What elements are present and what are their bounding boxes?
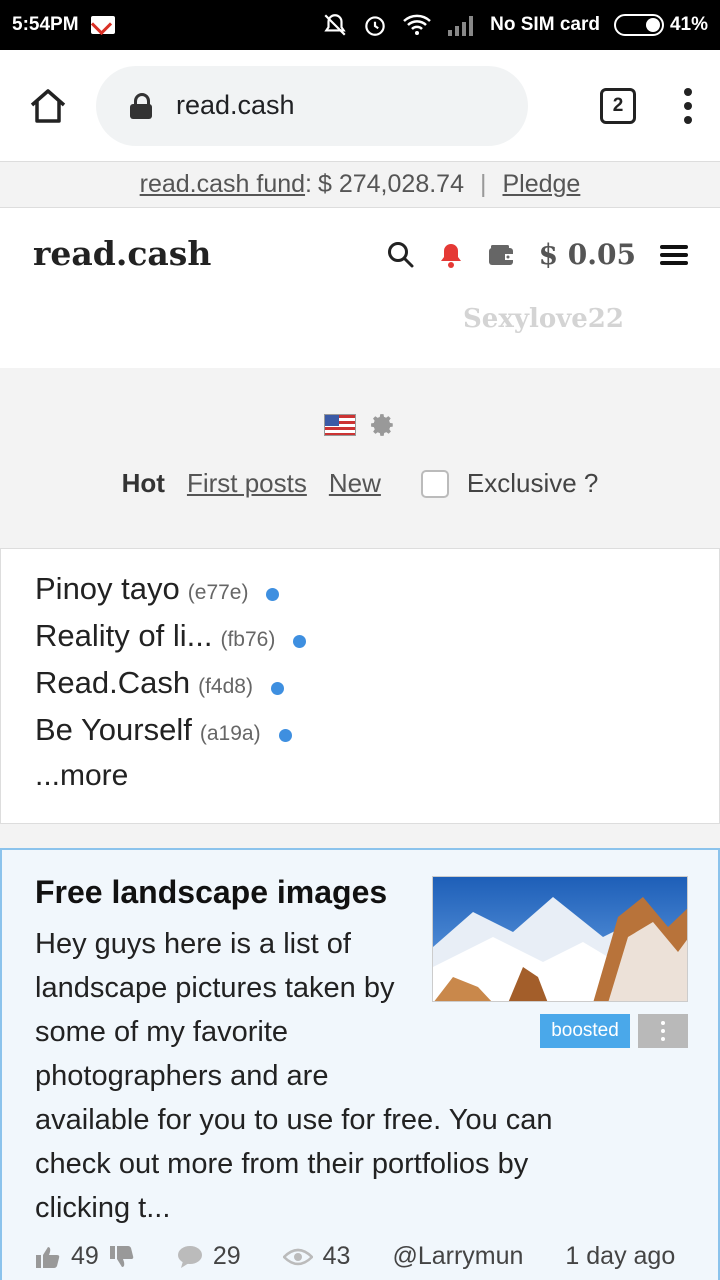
address-bar[interactable]: read.cash: [96, 65, 528, 146]
language-settings-row: [0, 412, 720, 438]
community-code: (f4d8): [198, 675, 253, 698]
more-communities-link[interactable]: ...more: [35, 759, 685, 793]
list-item[interactable]: Pinoy tayo (e77e): [35, 571, 685, 618]
tab-first-posts[interactable]: First posts: [187, 468, 307, 499]
thumbs-up-icon[interactable]: [35, 1245, 61, 1269]
community-name: Be Yourself: [35, 712, 192, 747]
alarm-icon: [365, 16, 385, 36]
username[interactable]: Sexylove22: [463, 304, 624, 334]
site-logo[interactable]: read.cash: [33, 234, 211, 273]
us-flag-icon[interactable]: [324, 414, 356, 436]
gmail-icon: [90, 16, 115, 34]
tab-hot[interactable]: Hot: [122, 468, 165, 499]
signal-icon: [448, 16, 474, 36]
feed-tabs: Hot First posts New Exclusive ?: [0, 468, 720, 499]
list-item[interactable]: Be Yourself (a19a): [35, 712, 685, 759]
new-content-dot-icon: [266, 588, 280, 601]
notification-bell-icon[interactable]: [439, 242, 463, 268]
exclusive-label[interactable]: Exclusive ?: [467, 468, 599, 499]
fund-amount: $ 274,028.74: [318, 170, 464, 198]
search-icon[interactable]: [387, 241, 415, 269]
fund-separator: |: [479, 170, 487, 198]
article-card[interactable]: Free landscape images boosted Hey guys h…: [0, 848, 720, 1280]
site-header: read.cash $ 0.05 Sexylove22: [0, 208, 720, 368]
new-content-dot-icon: [270, 682, 284, 695]
header-actions: $ 0.05: [387, 238, 688, 271]
article-title[interactable]: Free landscape images: [35, 874, 387, 911]
menu-dot-icon: [684, 87, 692, 96]
tab-count: 2: [612, 94, 624, 116]
fund-link[interactable]: read.cash fund: [140, 170, 305, 198]
article-excerpt[interactable]: Hey guys here is a list of landscape pic…: [35, 922, 595, 1230]
thumbs-down-icon[interactable]: [109, 1245, 135, 1269]
menu-dot-icon: [684, 101, 692, 110]
exclusive-filter: Exclusive ?: [420, 468, 599, 499]
menu-dot-icon: [661, 1021, 665, 1025]
exclusive-checkbox[interactable]: [420, 469, 449, 498]
hamburger-menu-icon[interactable]: [660, 243, 688, 267]
wallet-icon[interactable]: [487, 243, 515, 267]
wallet-balance[interactable]: $ 0.05: [539, 238, 636, 271]
new-content-dot-icon: [278, 729, 292, 742]
list-item[interactable]: Reality of li... (fb76): [35, 618, 685, 665]
fund-bar: read.cash fund: $ 274,028.74 | Pledge: [0, 162, 720, 208]
community-name: Pinoy tayo: [35, 571, 180, 606]
view-count: 43: [322, 1242, 351, 1270]
lock-icon: [130, 92, 152, 119]
battery-icon: [613, 14, 664, 36]
home-icon: [30, 88, 66, 123]
excerpt-part-2: available for you to use for free. You c…: [35, 1104, 553, 1224]
battery-level: 41%: [669, 14, 708, 35]
carrier-text: No SIM card: [490, 14, 600, 35]
feed-filters: Hot First posts New Exclusive ?: [0, 368, 720, 548]
new-content-dot-icon: [293, 635, 307, 648]
community-name: Reality of li...: [35, 618, 213, 653]
gear-icon[interactable]: [370, 412, 396, 438]
comment-icon[interactable]: [177, 1245, 203, 1269]
community-name: Read.Cash: [35, 665, 191, 700]
community-code: (fb76): [220, 628, 276, 651]
comment-count: 29: [212, 1242, 241, 1270]
post-time: 1 day ago: [565, 1242, 676, 1270]
wifi-icon: [403, 14, 432, 35]
community-code: (a19a): [199, 722, 261, 745]
menu-dot-icon: [684, 115, 692, 124]
menu-dot-icon: [661, 1037, 665, 1041]
excerpt-part-1: Hey guys here is a list of landscape pic…: [35, 928, 395, 1092]
list-item[interactable]: Read.Cash (f4d8): [35, 665, 685, 712]
fund-colon: :: [305, 170, 312, 198]
home-button[interactable]: [20, 78, 76, 134]
tab-switcher-button[interactable]: 2: [600, 87, 636, 124]
community-list: Pinoy tayo (e77e) Reality of li... (fb76…: [0, 548, 720, 824]
community-code: (e77e): [187, 581, 249, 604]
battery-indicator: 41%: [613, 14, 708, 36]
article-meta: 49 29 43 @Larrymun 1 day ago: [35, 1242, 675, 1271]
browser-menu-button[interactable]: [680, 87, 696, 124]
url-text: read.cash: [176, 90, 295, 120]
status-time: 5:54PM: [12, 14, 79, 35]
status-bar: 5:54PM No SIM card 41%: [0, 0, 720, 50]
pledge-link[interactable]: Pledge: [502, 170, 580, 199]
eye-icon: [282, 1248, 313, 1265]
article-options-button[interactable]: [638, 1014, 688, 1048]
like-count: 49: [71, 1242, 99, 1270]
tab-new[interactable]: New: [329, 468, 381, 499]
mute-icon: [324, 14, 346, 36]
browser-toolbar: read.cash 2: [0, 50, 720, 162]
menu-dot-icon: [661, 1029, 665, 1033]
author-link[interactable]: @Larrymun: [392, 1242, 523, 1271]
